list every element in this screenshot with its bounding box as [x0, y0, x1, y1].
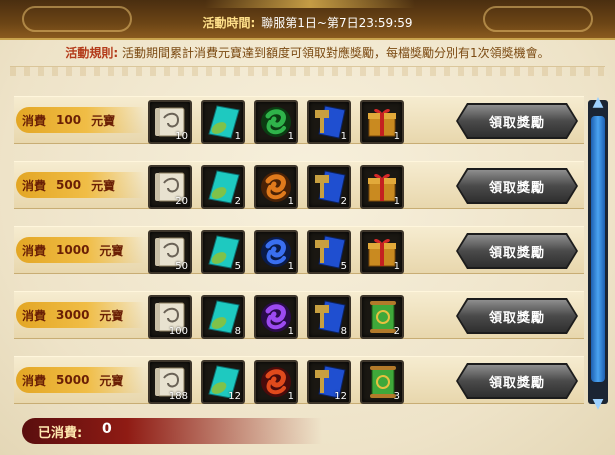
- reward-item-slot[interactable]: 188: [148, 360, 192, 404]
- reward-item-slot[interactable]: 1: [254, 360, 298, 404]
- tier-unit: 元寶: [91, 113, 116, 128]
- reward-count: 12: [228, 391, 241, 402]
- reward-item-slot[interactable]: 1: [360, 165, 404, 209]
- tier-amount: 5000: [56, 373, 90, 387]
- spent-value: 0: [102, 421, 112, 437]
- tier-label: 消費 3000 元寶: [16, 302, 144, 328]
- reward-count: 2: [234, 196, 241, 207]
- event-time-label: 活動時間:: [202, 16, 256, 30]
- tier-amount: 100: [56, 113, 82, 127]
- claim-reward-button[interactable]: 領取獎勵: [458, 300, 576, 332]
- tier-unit: 元寶: [99, 373, 124, 388]
- reward-item-slot[interactable]: 2: [307, 165, 351, 209]
- reward-count: 2: [340, 196, 347, 207]
- tier-label: 消費: [22, 178, 47, 193]
- spent-total-bar: 已消費: 0: [22, 418, 322, 444]
- reward-count: 1: [393, 131, 400, 142]
- reward-count: 1: [287, 131, 294, 142]
- reward-count: 5: [340, 261, 347, 272]
- event-time-value: 聯服第1日~第7日23:59:59: [261, 16, 413, 30]
- tier-amount: 1000: [56, 243, 90, 257]
- reward-item-slot[interactable]: 1: [254, 100, 298, 144]
- reward-row: 消費 100 元寶 10 1 1 1 1 領取獎勵: [14, 96, 584, 144]
- claim-reward-button[interactable]: 領取獎勵: [458, 170, 576, 202]
- reward-item-slot[interactable]: 20: [148, 165, 192, 209]
- reward-count: 2: [393, 326, 400, 337]
- claim-reward-button[interactable]: 領取獎勵: [458, 235, 576, 267]
- reward-count: 8: [340, 326, 347, 337]
- reward-item-slot[interactable]: 2: [360, 295, 404, 339]
- reward-item-slot[interactable]: 10: [148, 100, 192, 144]
- reward-row: 消費 5000 元寶 188 12 1 12 3 領取獎勵: [14, 356, 584, 404]
- reward-row: 消費 500 元寶 20 2 1 2 1 領取獎勵: [14, 161, 584, 209]
- reward-item-slot[interactable]: 2: [201, 165, 245, 209]
- reward-item-slot[interactable]: 1: [360, 230, 404, 274]
- event-panel: 活動時間: 聯服第1日~第7日23:59:59 活動規則: 活動期間累計消費元寶達…: [0, 0, 615, 455]
- tier-label: 消費: [22, 113, 47, 128]
- tier-amount: 3000: [56, 308, 90, 322]
- reward-item-slot[interactable]: 8: [307, 295, 351, 339]
- scrollbar-thumb[interactable]: [591, 116, 605, 382]
- reward-item-slot[interactable]: 12: [201, 360, 245, 404]
- tier-label: 消費: [22, 373, 47, 388]
- tier-unit: 元寶: [99, 243, 124, 258]
- reward-count: 50: [175, 261, 188, 272]
- tier-label: 消費 100 元寶: [16, 107, 144, 133]
- divider: [10, 66, 605, 76]
- reward-row: 消費 1000 元寶 50 5 1 5 1 領取獎勵: [14, 226, 584, 274]
- event-rules-text: 活動期間累計消費元寶達到額度可領取對應獎勵，每檔獎勵分別有1次領獎機會。: [122, 46, 550, 60]
- top-banner: 活動時間: 聯服第1日~第7日23:59:59: [0, 0, 615, 40]
- tier-label: 消費 5000 元寶: [16, 367, 144, 393]
- scroll-down-arrow-icon[interactable]: ▼: [588, 396, 608, 412]
- claim-reward-button[interactable]: 領取獎勵: [458, 365, 576, 397]
- reward-count: 1: [340, 131, 347, 142]
- tier-unit: 元寶: [91, 178, 116, 193]
- event-rules: 活動規則: 活動期間累計消費元寶達到額度可領取對應獎勵，每檔獎勵分別有1次領獎機…: [0, 44, 615, 61]
- reward-count: 1: [393, 261, 400, 272]
- reward-count: 5: [234, 261, 241, 272]
- spent-label: 已消費:: [38, 426, 83, 441]
- reward-item-slot[interactable]: 5: [201, 230, 245, 274]
- reward-item-slot[interactable]: 5: [307, 230, 351, 274]
- reward-item-slot[interactable]: 1: [360, 100, 404, 144]
- reward-count: 188: [168, 391, 188, 402]
- tier-label: 消費 500 元寶: [16, 172, 144, 198]
- claim-reward-button[interactable]: 領取獎勵: [458, 105, 576, 137]
- reward-count: 1: [393, 196, 400, 207]
- reward-count: 1: [234, 131, 241, 142]
- reward-item-slot[interactable]: 1: [201, 100, 245, 144]
- reward-item-slot[interactable]: 3: [360, 360, 404, 404]
- reward-count: 20: [175, 196, 188, 207]
- reward-count: 3: [393, 391, 400, 402]
- reward-item-slot[interactable]: 100: [148, 295, 192, 339]
- reward-count: 10: [175, 131, 188, 142]
- tier-unit: 元寶: [99, 308, 124, 323]
- reward-item-slot[interactable]: 1: [254, 165, 298, 209]
- reward-item-slot[interactable]: 8: [201, 295, 245, 339]
- tier-amount: 500: [56, 178, 82, 192]
- tier-label: 消費: [22, 243, 47, 258]
- tier-label: 消費 1000 元寶: [16, 237, 144, 263]
- reward-item-slot[interactable]: 12: [307, 360, 351, 404]
- reward-count: 100: [168, 326, 188, 337]
- reward-item-slot[interactable]: 50: [148, 230, 192, 274]
- reward-count: 1: [287, 196, 294, 207]
- reward-item-slot[interactable]: 1: [254, 230, 298, 274]
- reward-count: 12: [334, 391, 347, 402]
- event-rules-label: 活動規則:: [65, 46, 119, 60]
- reward-count: 1: [287, 326, 294, 337]
- scroll-up-arrow-icon[interactable]: ▲: [588, 94, 608, 110]
- reward-item-slot[interactable]: 1: [307, 100, 351, 144]
- reward-row: 消費 3000 元寶 100 8 1 8 2 領取獎勵: [14, 291, 584, 339]
- reward-item-slot[interactable]: 1: [254, 295, 298, 339]
- reward-count: 1: [287, 261, 294, 272]
- event-time: 活動時間: 聯服第1日~第7日23:59:59: [0, 14, 615, 31]
- reward-count: 8: [234, 326, 241, 337]
- reward-count: 1: [287, 391, 294, 402]
- tier-label: 消費: [22, 308, 47, 323]
